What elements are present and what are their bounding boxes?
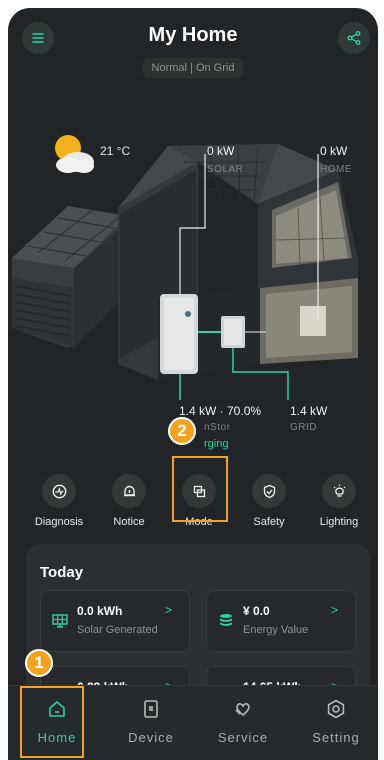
bell-icon (123, 485, 135, 496)
battery-label: nStor (204, 422, 231, 433)
diagnosis-icon (52, 484, 66, 498)
bulb-icon (333, 484, 345, 497)
nav-service[interactable]: Service (206, 698, 280, 745)
today-title: Today (40, 564, 84, 581)
home-power-value: 0 kW (320, 144, 348, 158)
shield-icon (263, 484, 275, 498)
share-button[interactable] (338, 22, 370, 54)
today-card: Today 0.0 kWh Solar Generated > ¥ 0.0 En… (26, 544, 370, 728)
tile-value: 0.0 kWh (77, 604, 123, 618)
quick-action-label: Safety (253, 516, 285, 528)
mode-highlight-box (172, 456, 228, 522)
nav-setting[interactable]: Setting (299, 698, 373, 745)
nav-label: Setting (312, 730, 360, 745)
grid-label: GRID (290, 422, 317, 433)
nav-label: Service (217, 730, 269, 745)
share-icon (347, 31, 361, 45)
temperature: 21 °C (100, 144, 131, 158)
page-title: My Home (148, 24, 238, 46)
grid-power-value: 1.4 kW (290, 404, 328, 418)
step-badge-1: 1 (25, 649, 53, 677)
gear-icon (327, 699, 345, 719)
tile-value: ¥ 0.0 (243, 604, 270, 618)
step-badge-2: 2 (168, 417, 196, 445)
quick-action-label: Lighting (319, 516, 359, 528)
nav-device[interactable]: Device (114, 698, 188, 745)
solar-panel-icon (52, 614, 68, 628)
coins-icon (220, 614, 232, 626)
quick-action-lighting[interactable]: Lighting (306, 474, 372, 528)
tile-energy-value[interactable]: ¥ 0.0 Energy Value > (206, 590, 356, 652)
service-icon (235, 703, 250, 717)
tile-solar-generated[interactable]: 0.0 kWh Solar Generated > (40, 590, 190, 652)
home-highlight-box (20, 686, 84, 758)
app-screen: My Home Normal | On Grid 21 °C 0 kW SOLA… (8, 8, 378, 760)
device-icon (144, 700, 158, 718)
quick-action-notice[interactable]: Notice (96, 474, 162, 528)
quick-action-diagnosis[interactable]: Diagnosis (26, 474, 92, 528)
quick-action-label: Diagnosis (34, 516, 84, 528)
quick-action-label: Notice (113, 516, 145, 528)
solar-power-value: 0 kW (207, 144, 235, 158)
battery-state: rging (204, 438, 229, 450)
partly-cloudy-icon (55, 135, 94, 173)
tile-label: Solar Generated (77, 624, 158, 636)
nav-label: Device (128, 730, 174, 745)
home-label: HOME (320, 164, 352, 175)
quick-action-safety[interactable]: Safety (236, 474, 302, 528)
chevron-right-icon: > (331, 603, 339, 617)
battery-power-value: 1.4 kW · 70.0% (179, 404, 262, 418)
tile-label: Energy Value (243, 624, 309, 636)
chevron-right-icon: > (165, 603, 173, 617)
solar-label: SOLAR (207, 164, 244, 175)
system-status: Normal | On Grid (142, 58, 244, 78)
